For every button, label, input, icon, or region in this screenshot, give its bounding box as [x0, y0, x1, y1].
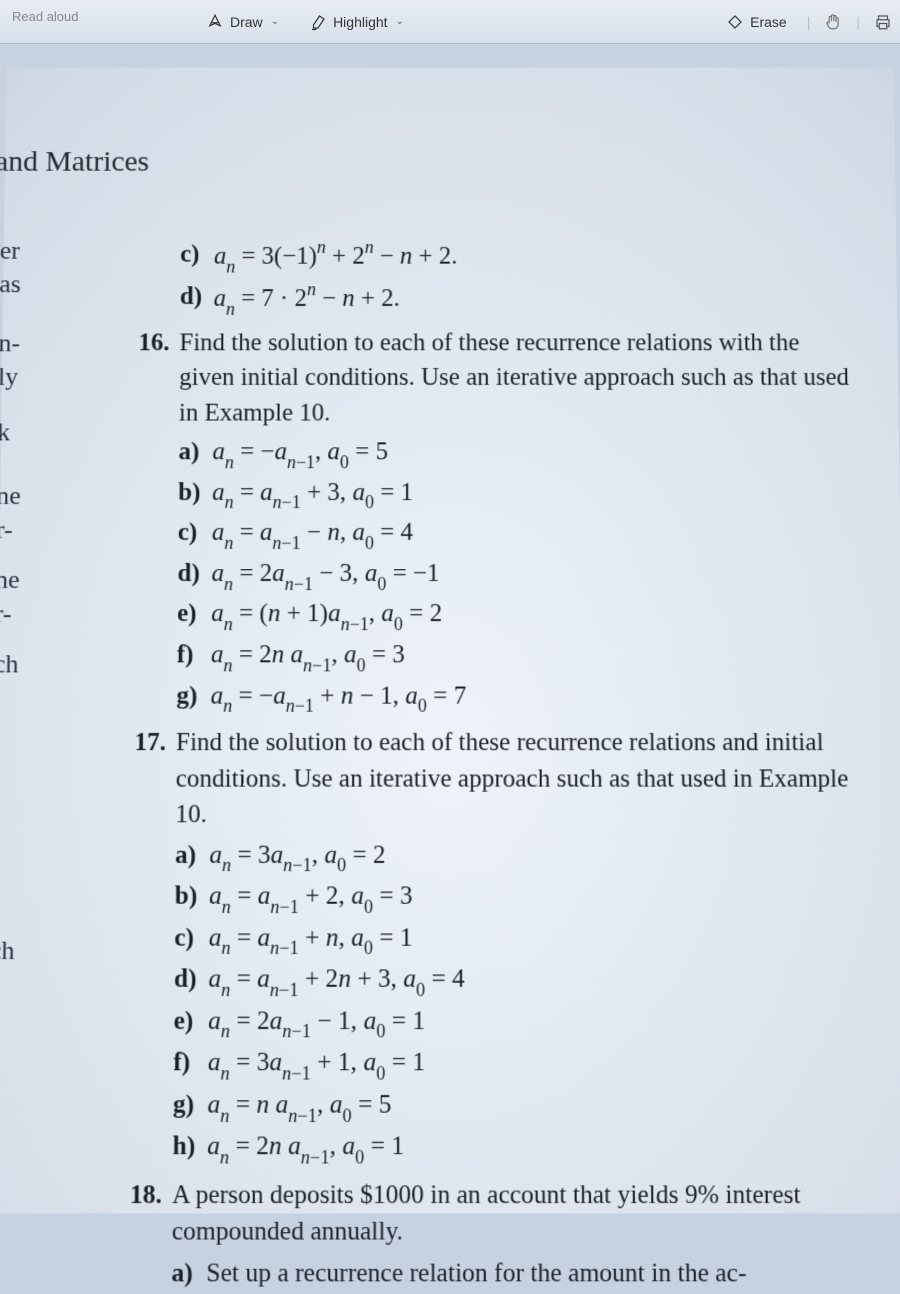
chevron-down-icon: ⌄: [396, 16, 404, 27]
problem-prompt: A person deposits $1000 in an account th…: [172, 1177, 870, 1251]
list-item: d)an = 2an−1 − 3, a0 = −1: [177, 556, 861, 595]
list-item: c)an = an−1 + n, a0 = 1: [174, 920, 866, 959]
pdf-toolbar: Read aloud Draw ⌄ Highlight ⌄ Erase | |: [0, 0, 900, 44]
erase-button[interactable]: Erase: [720, 9, 793, 35]
highlight-icon: [309, 13, 327, 31]
list-item: b)an = an−1 + 2, a0 = 3: [175, 878, 866, 917]
list-item: c)an = an−1 − n, a0 = 4: [178, 515, 861, 553]
list-item: g)an = −an−1 + n − 1, a0 = 7: [176, 678, 862, 717]
document-page: and Matrices er as n- ly k ne r- ne r- c…: [0, 68, 900, 1214]
list-item: d) an = 7 · 2n − n + 2.: [180, 279, 858, 319]
list-item: g)an = n an−1, a0 = 5: [173, 1087, 868, 1127]
problem-prompt: Find the solution to each of these recur…: [179, 325, 859, 430]
list-item: d)an = an−1 + 2n + 3, a0 = 4: [174, 961, 867, 1001]
draw-label: Draw: [230, 14, 263, 30]
q15-tail: c) an = 3(−1)n + 2n − n + 2. d) an = 7 ·…: [180, 237, 858, 319]
print-icon[interactable]: [874, 13, 892, 31]
highlight-label: Highlight: [333, 14, 387, 30]
list-item: c) an = 3(−1)n + 2n − n + 2.: [180, 237, 857, 277]
read-aloud-button[interactable]: Read aloud: [12, 9, 79, 24]
page-title: and Matrices: [0, 145, 856, 178]
list-item: f)an = 3an−1 + 1, a0 = 1: [173, 1045, 867, 1085]
erase-label: Erase: [750, 14, 787, 30]
list-item: h)an = 2n an−1, a0 = 1: [172, 1129, 868, 1169]
problem-number: 18.: [122, 1177, 172, 1294]
toolbar-divider: |: [856, 14, 860, 30]
list-item: e)an = 2an−1 − 1, a0 = 1: [173, 1003, 866, 1043]
problem-18: 18. A person deposits $1000 in an accoun…: [122, 1177, 870, 1294]
erase-icon: [726, 13, 744, 31]
highlight-button[interactable]: Highlight ⌄: [303, 9, 410, 35]
problem-prompt: Find the solution to each of these recur…: [175, 725, 864, 833]
problem-16: 16. Find the solution to each of these r…: [128, 325, 863, 719]
draw-icon: [206, 13, 224, 31]
list-item: e)an = (n + 1)an−1, a0 = 2: [177, 596, 862, 635]
problem-17: 17. Find the solution to each of these r…: [123, 725, 868, 1171]
list-item: b)an = an−1 + 3, a0 = 1: [178, 475, 860, 513]
toolbar-divider: |: [807, 14, 811, 30]
list-item: a)an = −an−1, a0 = 5: [178, 435, 859, 473]
problem-content: c) an = 3(−1)n + 2n − n + 2. d) an = 7 ·…: [122, 237, 870, 1294]
list-item: f)an = 2n an−1, a0 = 3: [177, 637, 862, 676]
left-margin-text-fragments: er as n- ly k ne r- ne r- ch ch: [0, 238, 24, 972]
problem-number: 16.: [128, 325, 180, 719]
toolbar-spacer: Read aloud: [12, 14, 182, 30]
chevron-down-icon: ⌄: [271, 16, 279, 27]
hand-icon[interactable]: [824, 13, 842, 31]
list-item: a)an = 3an−1, a0 = 2: [175, 837, 865, 876]
problem-number: 17.: [123, 725, 176, 1171]
draw-button[interactable]: Draw ⌄: [200, 9, 285, 35]
list-item: a)Set up a recurrence relation for the a…: [171, 1255, 870, 1292]
